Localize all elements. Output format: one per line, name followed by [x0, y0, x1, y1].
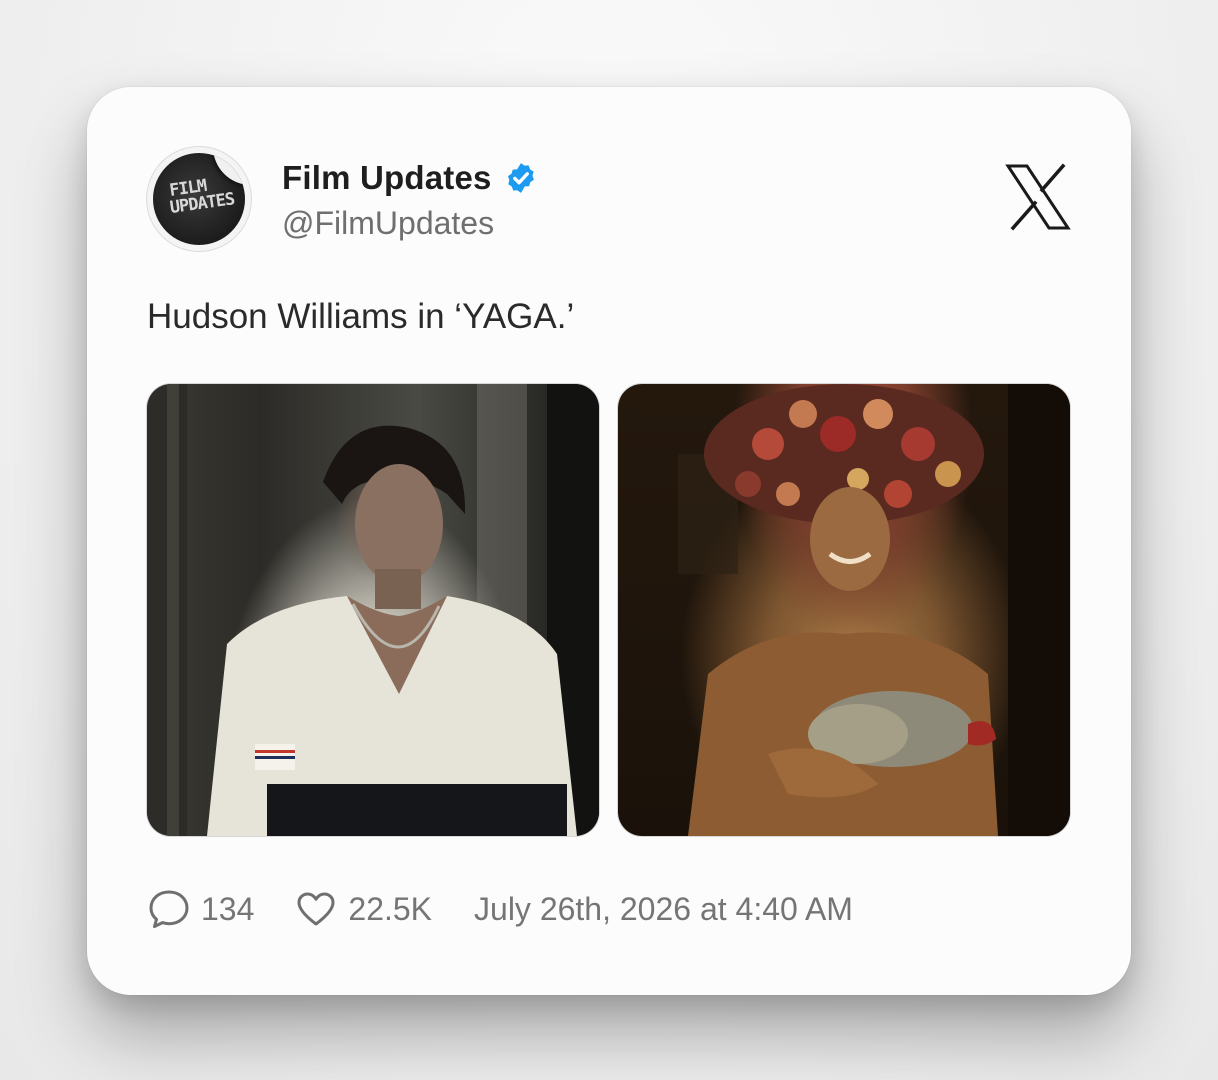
tweet-photo-1[interactable] [147, 384, 599, 836]
tweet-text: Hudson Williams in ‘YAGA.’ [147, 297, 575, 336]
tweet-meta: 134 22.5K July 26th, 2026 at 4:40 AM [147, 887, 853, 931]
tweet-photo-2[interactable] [618, 384, 1070, 836]
timestamp[interactable]: July 26th, 2026 at 4:40 AM [474, 891, 853, 928]
author-handle[interactable]: @FilmUpdates [282, 205, 494, 242]
avatar-image: FILM UPDATES [153, 153, 245, 245]
speech-bubble-icon[interactable] [147, 887, 191, 931]
avatar[interactable]: FILM UPDATES [147, 147, 251, 251]
verified-badge-icon [507, 163, 534, 193]
photo-1-illustration [147, 384, 599, 836]
tweet-card: FILM UPDATES Film Updates @FilmUpdates H… [87, 87, 1131, 995]
author-name[interactable]: Film Updates [282, 159, 492, 197]
author-name-row: Film Updates [282, 159, 538, 197]
like-count: 22.5K [348, 890, 433, 927]
x-logo-icon[interactable] [1005, 163, 1071, 231]
photo-2-illustration [678, 384, 1070, 836]
reply-count: 134 [201, 890, 255, 927]
heart-icon[interactable] [294, 887, 338, 931]
